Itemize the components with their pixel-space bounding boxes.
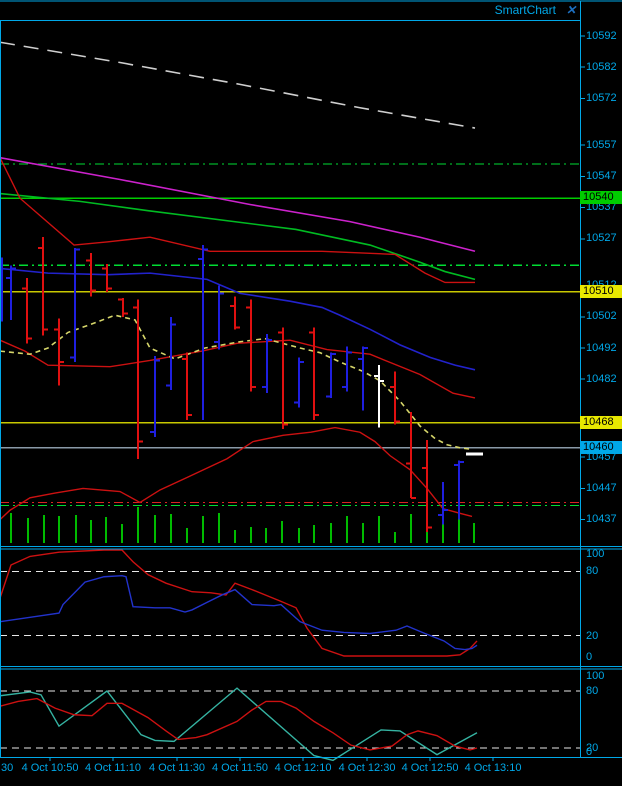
time-axis-label: 4 Oct 11:10 [84, 762, 142, 774]
price-tick-label: 10482 [586, 372, 617, 385]
osc1-red [0, 549, 478, 657]
osc2-red [0, 697, 478, 751]
osc1-scale-label: 80 [586, 565, 599, 577]
red-band-upper [0, 157, 475, 284]
osc2-scale-label: 0 [586, 746, 593, 758]
volume-bar [362, 523, 364, 543]
time-axis-label: 4 Oct 13:10 [464, 762, 522, 774]
osc1-scale-label: 100 [586, 548, 605, 560]
white-dashed-trendline [0, 41, 476, 129]
price-tick-label: 10592 [586, 29, 617, 42]
volume-bar [186, 528, 188, 543]
price-tick-label: 10492 [586, 341, 617, 354]
price-level-label: 10540 [580, 191, 622, 205]
volume-bar [27, 518, 29, 543]
volume-bar [10, 513, 12, 543]
volume-bar [218, 513, 220, 543]
volume-bar [137, 507, 139, 543]
price-tick-label: 10582 [586, 60, 617, 73]
osc2-scale-label: 80 [586, 685, 599, 697]
volume-bar [281, 521, 283, 543]
blue-ma [0, 267, 476, 371]
osc1-blue [0, 574, 478, 651]
price-tick-label: 10502 [586, 310, 617, 323]
volume-bar [43, 515, 45, 543]
time-axis-label: 4 Oct 12:50 [401, 762, 459, 774]
red-ma-mid [0, 339, 476, 399]
close-icon[interactable]: ✕ [566, 4, 576, 16]
price-level-label: 10460 [580, 440, 622, 454]
volume-bar [394, 532, 396, 543]
green-ma [0, 192, 476, 281]
time-axis-label: 4 Oct 10:50 [21, 762, 79, 774]
time-axis-label: 4 Oct 11:30 [148, 762, 206, 774]
price-level-label: 10510 [580, 284, 622, 298]
time-axis-label: 4 Oct 11:50 [211, 762, 269, 774]
time-axis-label: 4 Oct 12:10 [274, 762, 332, 774]
price-tick-label: 10527 [586, 232, 617, 245]
osc1-scale-label: 20 [586, 630, 599, 642]
magenta-ma [0, 156, 476, 253]
volume-bar [170, 514, 172, 543]
price-tick-label: 10437 [586, 513, 617, 526]
volume-bar [58, 516, 60, 543]
volume-bar [202, 516, 204, 543]
volume-bar [121, 524, 123, 543]
volume-bar [75, 515, 77, 543]
osc1-scale-label: 0 [586, 651, 593, 663]
price-tick-label: 10572 [586, 91, 617, 104]
price-tick-label: 10547 [586, 169, 617, 182]
window-title: SmartChart [494, 2, 556, 17]
volume-bar [473, 523, 475, 543]
osc2-scale-label: 100 [586, 670, 605, 682]
volume-bar [250, 527, 252, 543]
volume-bar [90, 520, 92, 543]
time-axis-label: 4 Oct 12:30 [338, 762, 396, 774]
volume-bar [154, 515, 156, 543]
price-level-label: 10468 [580, 415, 622, 429]
chart-canvas [0, 0, 622, 762]
volume-bar [330, 523, 332, 543]
time-axis-label: 30 [1, 762, 14, 774]
volume-bar [105, 517, 107, 543]
title-bar: SmartChart ✕ [0, 0, 578, 19]
osc2-teal [0, 687, 478, 762]
price-tick-label: 10447 [586, 481, 617, 494]
volume-bar [458, 517, 460, 543]
yellow-dashed-ma [0, 314, 473, 451]
volume-bar [298, 528, 300, 543]
volume-bar [265, 528, 267, 543]
volume-bar [378, 516, 380, 543]
volume-bar [234, 530, 236, 543]
smartchart-window: SmartChart ✕ 10592 10582 10572 10557 10547 10… [0, 0, 622, 786]
volume-bar [410, 514, 412, 543]
volume-bar [313, 525, 315, 543]
price-tick-label: 10557 [586, 138, 617, 151]
volume-bar [346, 516, 348, 543]
